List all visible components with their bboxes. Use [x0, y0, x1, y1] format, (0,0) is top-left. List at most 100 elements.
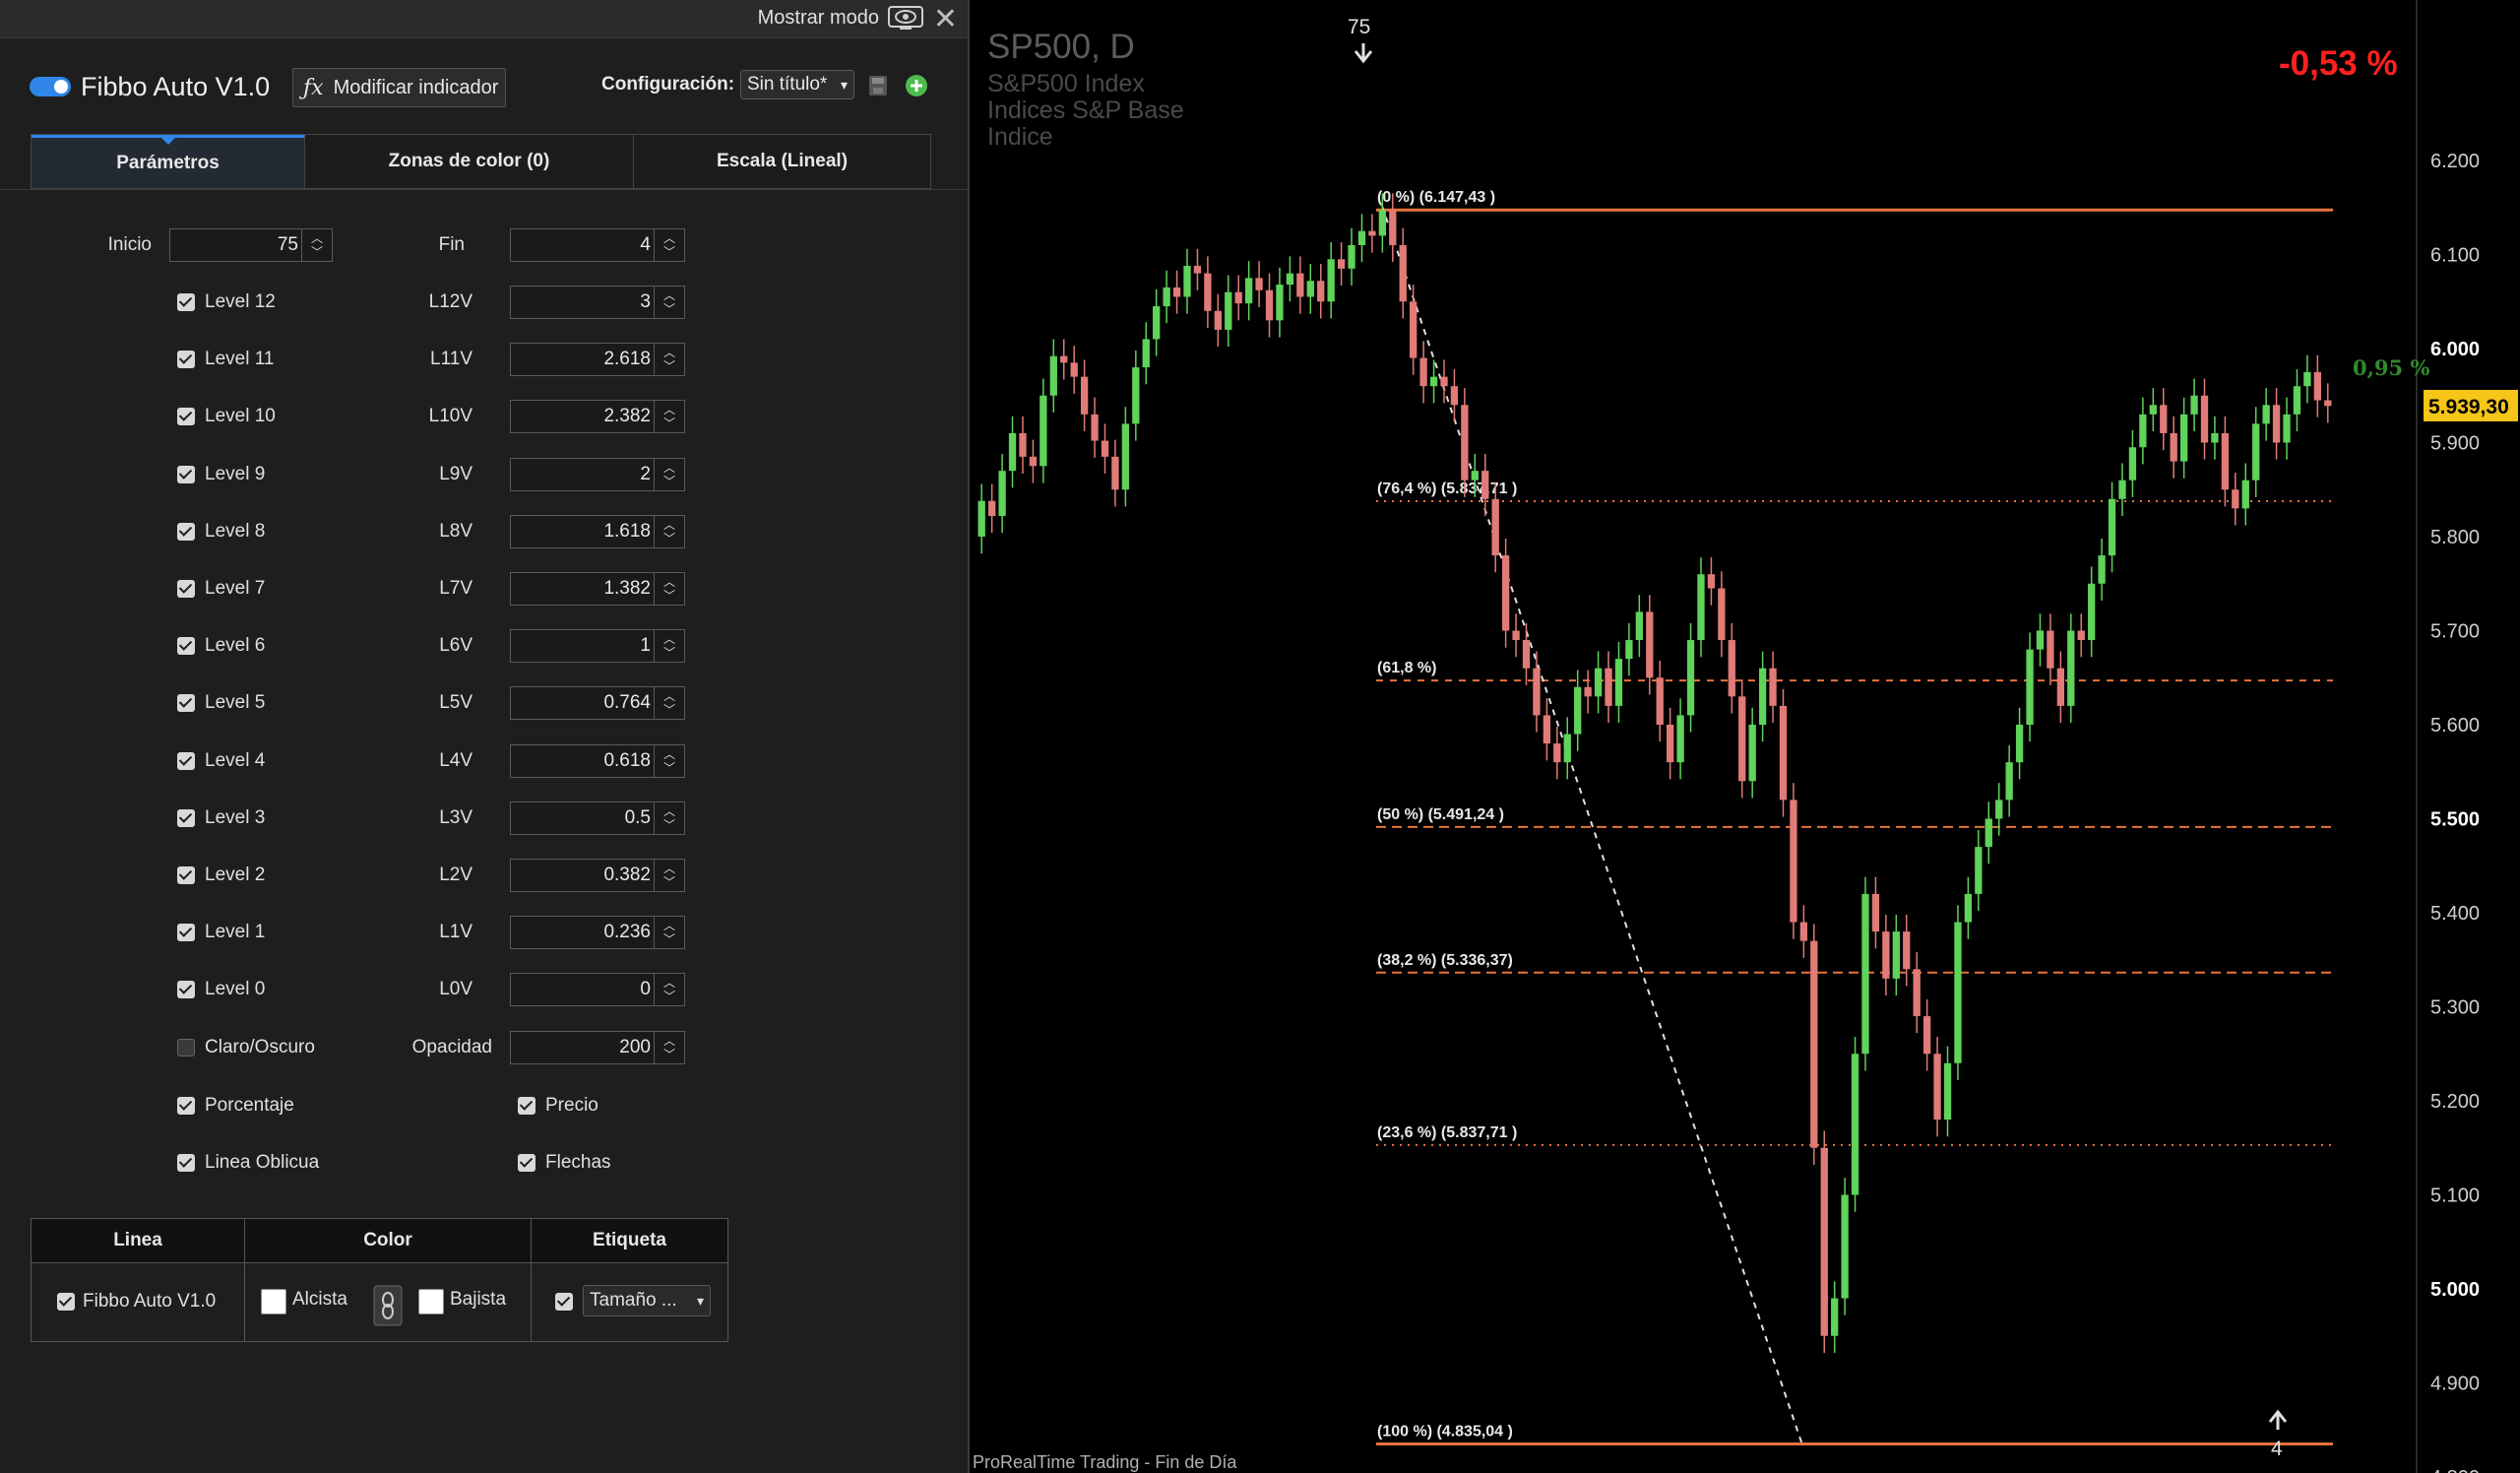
- level-checkbox[interactable]: [177, 637, 195, 656]
- stepper-arrows-icon[interactable]: ︿ ﹀: [654, 458, 684, 490]
- stepper-arrows-icon[interactable]: ︿ ﹀: [654, 917, 684, 949]
- link-colors-icon[interactable]: [373, 1285, 403, 1326]
- level-checkbox[interactable]: [177, 293, 195, 311]
- stepper-arrows-icon[interactable]: ︿ ﹀: [654, 974, 684, 1006]
- level-checkbox[interactable]: [177, 694, 195, 713]
- level-checkbox[interactable]: [177, 751, 195, 770]
- level-value-stepper[interactable]: 3 ︿ ﹀: [510, 286, 685, 319]
- configuration-label: Configuración:: [601, 74, 735, 95]
- bajista-color-swatch[interactable]: [418, 1289, 444, 1314]
- stepper-arrows-icon[interactable]: ︿ ﹀: [654, 860, 684, 891]
- level-value-stepper[interactable]: 1.382 ︿ ﹀: [510, 572, 685, 606]
- line-visible-checkbox[interactable]: [57, 1293, 75, 1311]
- save-icon[interactable]: [868, 75, 888, 96]
- level-value: 0.382: [603, 865, 651, 885]
- level-value-stepper[interactable]: 0.382 ︿ ﹀: [510, 859, 685, 892]
- porcentaje-checkbox[interactable]: [177, 1097, 195, 1115]
- linea-flechas-row: Linea Oblicua Flechas: [0, 1146, 968, 1180]
- level-value-stepper[interactable]: 0.5 ︿ ﹀: [510, 801, 685, 835]
- level-checkbox[interactable]: [177, 924, 195, 942]
- level-value-stepper[interactable]: 2.382 ︿ ﹀: [510, 400, 685, 434]
- candle-body: [2283, 414, 2291, 443]
- candle-body: [1080, 376, 1089, 415]
- tab-zonas-de-color[interactable]: Zonas de color (0): [305, 135, 634, 188]
- opacidad-stepper[interactable]: 200 ︿ ﹀: [510, 1031, 685, 1064]
- chevron-down-icon: ▾: [840, 76, 848, 93]
- stepper-arrows-icon[interactable]: ︿ ﹀: [654, 344, 684, 376]
- alcista-label: Alcista: [292, 1289, 347, 1310]
- etiqueta-size-select[interactable]: Tamaño ... ▾: [583, 1285, 711, 1316]
- level-checkbox[interactable]: [177, 351, 195, 369]
- col-header-color: Color: [245, 1219, 532, 1262]
- configuration-value: Sin título*: [747, 74, 828, 95]
- level-value-stepper[interactable]: 2 ︿ ﹀: [510, 457, 685, 491]
- porcentaje-precio-row: Porcentaje Precio: [0, 1089, 968, 1122]
- level-label: Level 4: [205, 749, 266, 771]
- stepper-arrows-icon[interactable]: ︿ ﹀: [301, 229, 332, 261]
- level-checkbox[interactable]: [177, 408, 195, 426]
- level-value-stepper[interactable]: 0.764 ︿ ﹀: [510, 686, 685, 721]
- candle-body: [1522, 640, 1531, 669]
- add-icon[interactable]: [905, 74, 928, 97]
- level-value-stepper[interactable]: 0 ︿ ﹀: [510, 973, 685, 1007]
- candle-body: [1512, 630, 1520, 641]
- level-checkbox[interactable]: [177, 808, 195, 827]
- claro-oscuro-checkbox[interactable]: [177, 1039, 195, 1057]
- fin-stepper[interactable]: 4 ︿ ﹀: [510, 228, 685, 262]
- level-checkbox[interactable]: [177, 580, 195, 598]
- candle-body: [2108, 498, 2116, 556]
- candle-body: [1193, 265, 1202, 274]
- candle-body: [2221, 432, 2230, 490]
- modify-indicator-button[interactable]: ƒx Modificar indicador: [292, 68, 506, 107]
- candle-body: [1594, 668, 1603, 697]
- candle-body: [1348, 244, 1355, 269]
- stepper-arrows-icon[interactable]: ︿ ﹀: [654, 401, 684, 433]
- etiqueta-checkbox[interactable]: [555, 1293, 573, 1311]
- level-checkbox[interactable]: [177, 522, 195, 541]
- price-tick-label: 6.200: [2430, 151, 2480, 172]
- inicio-stepper[interactable]: 75 ︿ ﹀: [169, 228, 333, 262]
- indicator-toggle[interactable]: [30, 77, 71, 96]
- stepper-arrows-icon[interactable]: ︿ ﹀: [654, 801, 684, 834]
- stepper-arrows-icon[interactable]: ︿ ﹀: [654, 515, 684, 547]
- stepper-arrows-icon[interactable]: ︿ ﹀: [654, 229, 684, 261]
- tab-parametros[interactable]: Parámetros: [32, 135, 305, 188]
- candle-body: [2139, 414, 2147, 448]
- candle-body: [1225, 291, 1232, 330]
- price-tick-label: 6.100: [2430, 245, 2480, 267]
- level-value-stepper[interactable]: 1 ︿ ﹀: [510, 629, 685, 664]
- level-var-label: L10V: [428, 406, 472, 427]
- level-checkbox[interactable]: [177, 981, 195, 999]
- stepper-arrows-icon[interactable]: ︿ ﹀: [654, 744, 684, 777]
- candle-body: [1214, 310, 1222, 330]
- indicator-title: Fibbo Auto V1.0: [30, 67, 270, 106]
- precio-checkbox[interactable]: [518, 1097, 536, 1115]
- stepper-arrows-icon[interactable]: ︿ ﹀: [654, 687, 684, 720]
- level-checkbox[interactable]: [177, 866, 195, 884]
- level-value-stepper[interactable]: 0.236 ︿ ﹀: [510, 916, 685, 950]
- candle-body: [1060, 355, 1068, 363]
- flechas-checkbox[interactable]: [518, 1154, 536, 1172]
- candle-body: [1019, 432, 1027, 457]
- candle-body: [1790, 800, 1797, 923]
- candle-body: [1306, 281, 1314, 297]
- level-value-stepper[interactable]: 1.618 ︿ ﹀: [510, 514, 685, 548]
- stepper-arrows-icon[interactable]: ︿ ﹀: [654, 287, 684, 318]
- level-value-stepper[interactable]: 0.618 ︿ ﹀: [510, 743, 685, 778]
- alcista-color-swatch[interactable]: [261, 1289, 286, 1314]
- level-label: Level 3: [205, 806, 266, 828]
- level-checkbox[interactable]: [177, 465, 195, 483]
- level-value-stepper[interactable]: 2.618 ︿ ﹀: [510, 343, 685, 377]
- close-icon[interactable]: ✕: [933, 2, 958, 36]
- stepper-arrows-icon[interactable]: ︿ ﹀: [654, 1032, 684, 1063]
- stepper-arrows-icon[interactable]: ︿ ﹀: [654, 630, 684, 663]
- configuration-select[interactable]: Sin título* ▾: [740, 70, 854, 99]
- etiqueta-size-value: Tamaño ...: [590, 1290, 677, 1311]
- stepper-arrows-icon[interactable]: ︿ ﹀: [654, 573, 684, 605]
- show-mode-eye-icon[interactable]: [887, 4, 924, 32]
- price-chart[interactable]: 6.200 6.100 6.000 5.900 5.800 5.700 5.600 5.500…: [970, 0, 2520, 1473]
- linea-oblicua-checkbox[interactable]: [177, 1154, 195, 1172]
- tab-escala[interactable]: Escala (Lineal): [634, 135, 930, 188]
- candle-body: [977, 500, 985, 537]
- candle-body: [1132, 367, 1140, 424]
